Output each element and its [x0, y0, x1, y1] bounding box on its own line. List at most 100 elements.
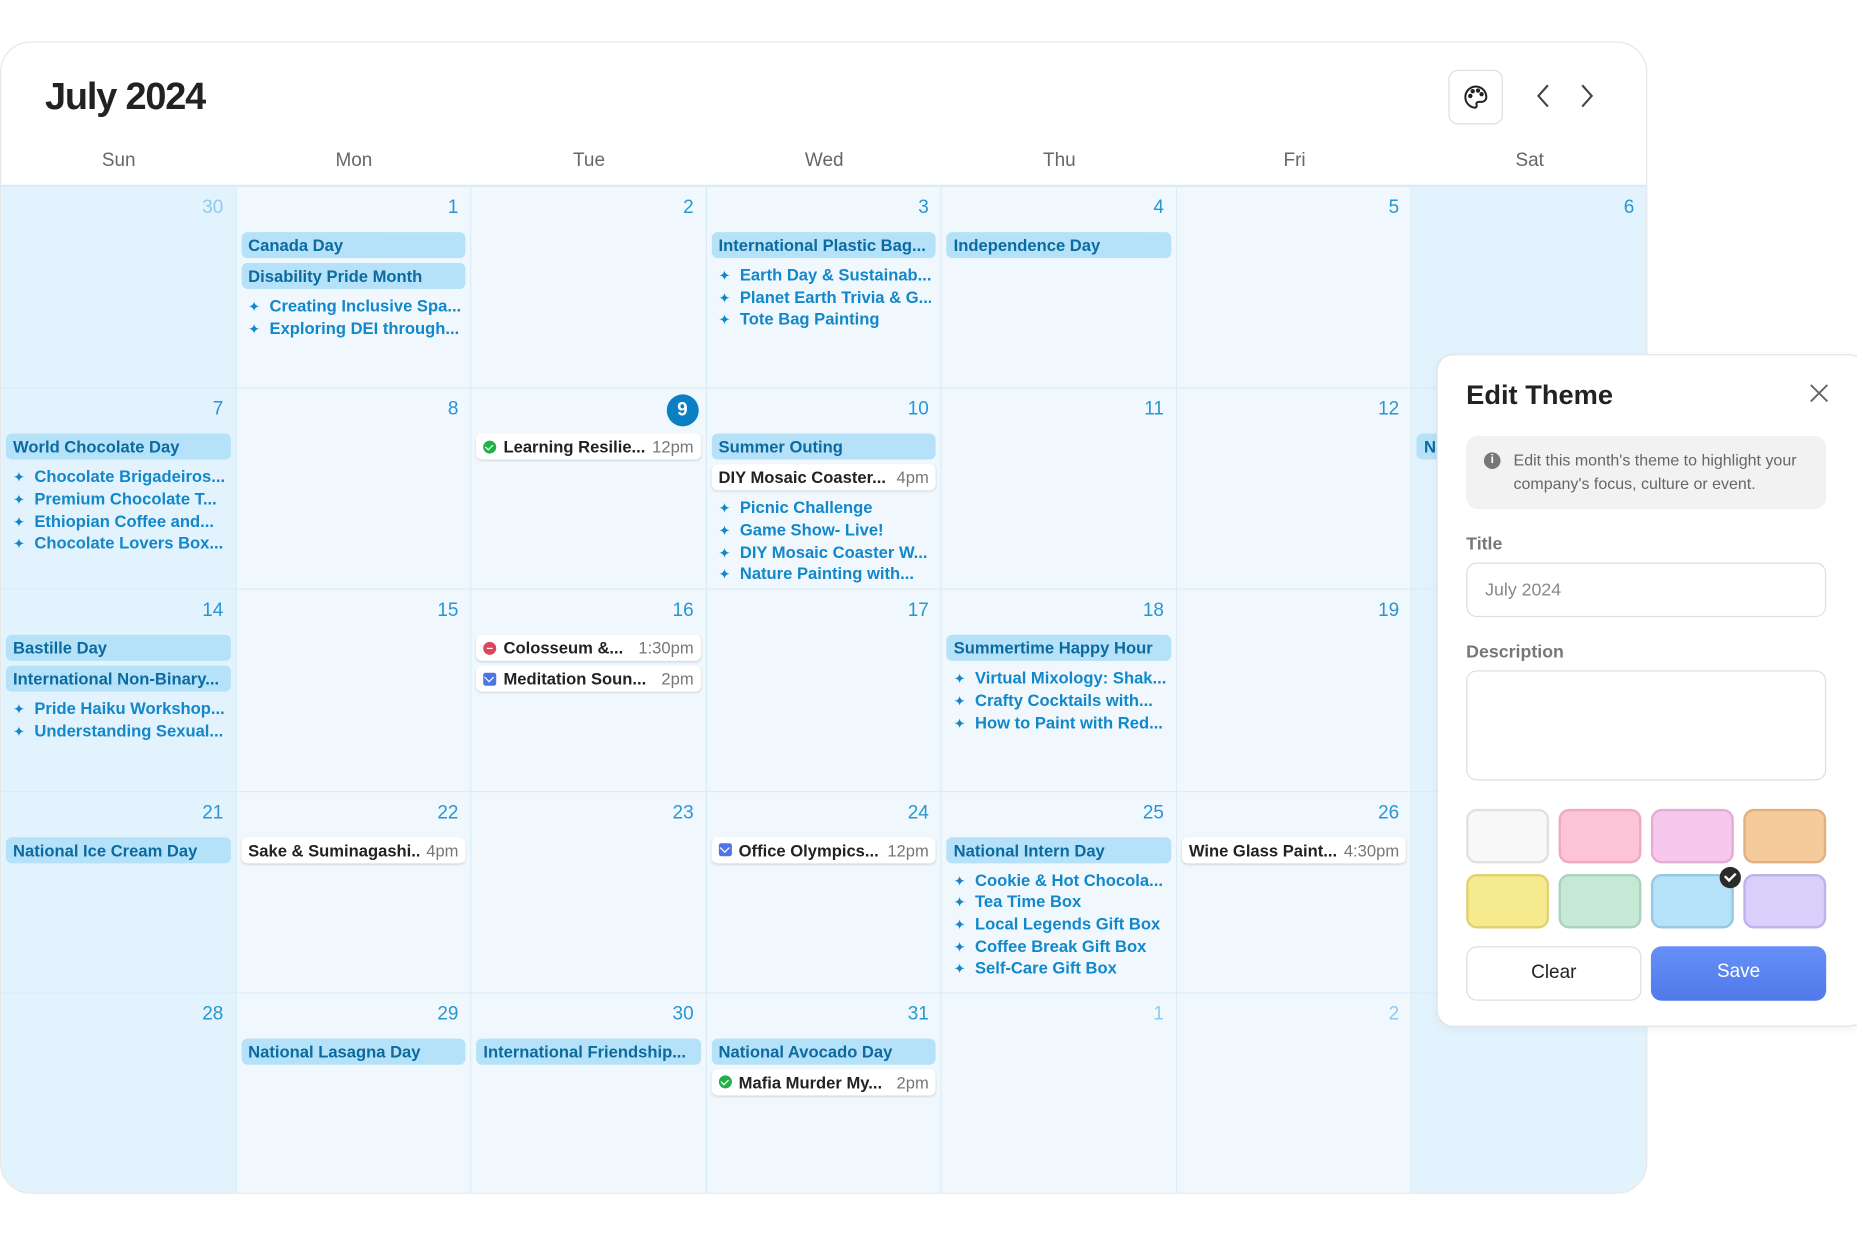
day-cell[interactable]: 8 [236, 388, 472, 591]
day-cell[interactable]: 22 Sake & Suminagashi... 4pm [236, 791, 472, 994]
day-cell[interactable]: 1 [941, 993, 1178, 1193]
color-swatch-orange[interactable] [1743, 808, 1827, 864]
suggestion-item[interactable]: ✦ Ethiopian Coffee and... [13, 510, 226, 533]
day-cell[interactable]: 2 [471, 187, 707, 389]
suggestion-item[interactable]: ✦ Coffee Break Gift Box [954, 935, 1167, 958]
day-cell[interactable]: 26 Wine Glass Paint... 4:30pm [1177, 791, 1413, 994]
holiday-banner[interactable]: National Intern Day [946, 836, 1172, 863]
suggestion-item[interactable]: ✦ Chocolate Lovers Box... [13, 532, 226, 555]
event-card[interactable]: Meditation Soun... 2pm [476, 666, 701, 693]
day-cell[interactable]: 31 National Avocado Day Mafia Murder My...… [706, 993, 942, 1193]
sparkle-icon: ✦ [248, 298, 261, 316]
suggestion-item[interactable]: ✦ Virtual Mixology: Shak... [954, 667, 1167, 690]
day-cell[interactable]: 1 Canada Day Disability Pride Month ✦ Creati… [236, 187, 472, 389]
holiday-banner[interactable]: International Friendship... [476, 1038, 701, 1065]
day-cell[interactable]: 19 [1177, 590, 1413, 792]
day-cell[interactable]: 11 [941, 388, 1178, 591]
next-month-button[interactable] [1573, 82, 1601, 110]
day-cell[interactable]: 23 [471, 791, 707, 994]
save-button[interactable]: Save [1650, 946, 1827, 1001]
holiday-banner[interactable]: World Chocolate Day [5, 433, 231, 460]
holiday-banner[interactable]: Independence Day [946, 232, 1172, 259]
holiday-banner[interactable]: International Non-Binary... [5, 666, 231, 693]
suggestion-item[interactable]: ✦ Crafty Cocktails with... [954, 689, 1167, 712]
day-cell[interactable]: 30 [1, 187, 237, 389]
suggestion-label: Picnic Challenge [739, 497, 873, 517]
suggestion-item[interactable]: ✦ Chocolate Brigadeiros... [13, 466, 226, 489]
color-swatch-purple[interactable] [1743, 874, 1827, 929]
suggestion-item[interactable]: ✦ Creating Inclusive Spa... [248, 295, 461, 318]
color-swatch-pink[interactable] [1558, 808, 1642, 864]
holiday-banner[interactable]: Summertime Happy Hour [946, 635, 1172, 662]
day-cell[interactable]: 30 International Friendship... [471, 993, 707, 1193]
day-cell[interactable]: 7 World Chocolate Day ✦ Chocolate Brigadeir… [1, 388, 237, 591]
event-card[interactable]: Wine Glass Paint... 4:30pm [1181, 836, 1407, 863]
suggestion-item[interactable]: ✦ Picnic Challenge [719, 496, 932, 519]
day-cell[interactable]: 28 [1, 993, 237, 1193]
color-swatch-blue[interactable] [1650, 866, 1741, 929]
day-cell[interactable]: 24 Office Olympics... 12pm [706, 791, 942, 994]
suggestion-item[interactable]: ✦ Cookie & Hot Chocola... [954, 869, 1167, 892]
day-cell[interactable]: 25 National Intern Day ✦ Cookie & Hot Choco… [941, 791, 1178, 994]
suggestion-item[interactable]: ✦ Premium Chocolate T... [13, 488, 226, 511]
event-card[interactable]: DIY Mosaic Coaster... 4pm [711, 464, 936, 491]
day-cell[interactable]: 29 National Lasagna Day [236, 993, 472, 1193]
suggestion-item[interactable]: ✦ DIY Mosaic Coaster W... [719, 541, 932, 564]
suggestion-item[interactable]: ✦ Game Show- Live! [719, 519, 932, 542]
holiday-banner[interactable]: National Lasagna Day [241, 1038, 466, 1065]
suggestion-item[interactable]: ✦ Pride Haiku Workshop... [13, 698, 226, 721]
event-card[interactable]: Mafia Murder My... 2pm [711, 1069, 936, 1096]
day-cell[interactable]: 4 Independence Day [941, 187, 1178, 389]
suggestion-item[interactable]: ✦ Exploring DEI through... [248, 317, 461, 340]
day-cell[interactable]: 3 International Plastic Bag... ✦ Earth Day … [706, 187, 942, 389]
color-swatch-magenta[interactable] [1650, 808, 1734, 864]
suggestion-item[interactable]: ✦ Planet Earth Trivia & G... [719, 286, 932, 309]
holiday-banner[interactable]: National Ice Cream Day [5, 836, 231, 863]
day-cell[interactable]: 5 [1177, 187, 1413, 389]
suggestion-label: Creating Inclusive Spa... [269, 296, 461, 316]
day-cell[interactable]: 10 Summer Outing DIY Mosaic Coaster... 4pm ✦… [706, 388, 942, 591]
day-cell[interactable]: 18 Summertime Happy Hour ✦ Virtual Mixology… [941, 590, 1178, 792]
day-cell[interactable]: 9 Learning Resilie... 12pm [471, 388, 707, 591]
sparkle-icon: ✦ [718, 544, 731, 561]
suggestion-item[interactable]: ✦ Local Legends Gift Box [954, 913, 1167, 936]
day-cell[interactable]: 12 [1177, 388, 1413, 591]
date-number: 24 [907, 802, 929, 823]
holiday-banner[interactable]: Bastille Day [5, 635, 231, 662]
day-cell[interactable]: 14 Bastille Day International Non-Binary..… [1, 590, 237, 792]
sparkle-icon: ✦ [953, 692, 966, 710]
event-title: Meditation Soun... [503, 669, 647, 689]
event-card[interactable]: Colosseum &... 1:30pm [476, 635, 701, 662]
day-cell[interactable]: 2 [1177, 993, 1413, 1193]
day-cell[interactable]: 21 National Ice Cream Day [1, 791, 237, 994]
suggestion-item[interactable]: ✦ Earth Day & Sustainab... [719, 264, 932, 287]
suggestion-item[interactable]: ✦ Self-Care Gift Box [954, 957, 1167, 980]
color-swatch-white[interactable] [1466, 808, 1550, 864]
suggestion-item[interactable]: ✦ How to Paint with Red... [954, 712, 1167, 735]
suggestion-item[interactable]: ✦ Tote Bag Painting [719, 308, 932, 331]
event-card[interactable]: Office Olympics... 12pm [711, 836, 936, 863]
color-swatch-yellow[interactable] [1466, 874, 1550, 929]
holiday-banner[interactable]: Canada Day [241, 232, 466, 259]
suggestion-item[interactable]: ✦ Understanding Sexual... [13, 720, 226, 743]
close-button[interactable] [1807, 381, 1831, 405]
suggestion-item[interactable]: ✦ Tea Time Box [954, 891, 1167, 914]
holiday-banner[interactable]: International Plastic Bag... [711, 232, 936, 259]
clear-button[interactable]: Clear [1466, 946, 1642, 1001]
suggestion-item[interactable]: ✦ Nature Painting with... [719, 563, 932, 586]
event-card[interactable]: Sake & Suminagashi... 4pm [241, 836, 466, 863]
sparkle-icon: ✦ [13, 513, 25, 531]
day-cell[interactable]: 17 [706, 590, 942, 792]
event-title: Wine Glass Paint... [1188, 840, 1337, 860]
day-cell[interactable]: 15 [236, 590, 472, 792]
holiday-banner[interactable]: Disability Pride Month [241, 262, 466, 289]
title-input[interactable] [1466, 562, 1827, 618]
day-cell[interactable]: 16 Colosseum &... 1:30pm Meditation Soun...… [471, 590, 707, 792]
holiday-banner[interactable]: National Avocado Day [711, 1038, 936, 1065]
previous-month-button[interactable] [1529, 82, 1557, 110]
event-card[interactable]: Learning Resilie... 12pm [476, 433, 701, 460]
edit-theme-button[interactable] [1448, 69, 1503, 125]
holiday-banner[interactable]: Summer Outing [711, 433, 936, 460]
color-swatch-green[interactable] [1558, 874, 1642, 929]
description-input[interactable] [1466, 670, 1827, 781]
